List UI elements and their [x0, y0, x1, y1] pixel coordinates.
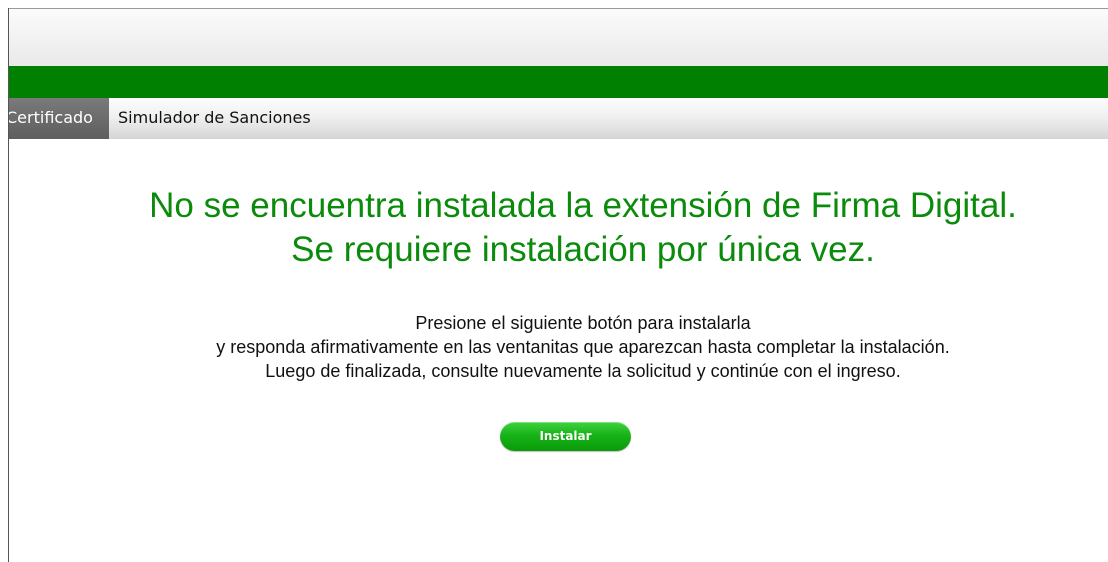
menu-item-label: Simulador de Sanciones	[118, 108, 311, 127]
menu-item-label: Certificado	[9, 108, 93, 127]
instruction-line-3: Luego de finalizada, consulte nuevamente…	[265, 361, 901, 381]
install-button[interactable]: Instalar	[500, 422, 631, 451]
menu-item-simulador-de-sanciones[interactable]: Simulador de Sanciones	[118, 98, 311, 139]
instruction-line-1: Presione el siguiente botón para instala…	[415, 313, 751, 333]
main-content: No se encuentra instalada la extensión d…	[9, 139, 1108, 562]
menu-item-certificado[interactable]: Certificado	[9, 98, 109, 139]
instruction-line-2: y responda afirmativamente en las ventan…	[216, 337, 950, 357]
menu-bar: Certificado Simulador de Sanciones	[9, 98, 1108, 139]
install-button-label: Instalar	[539, 429, 592, 443]
green-header-band	[9, 66, 1108, 98]
page-frame: Certificado Simulador de Sanciones No se…	[0, 0, 1108, 562]
top-header-bar	[9, 9, 1108, 66]
warning-title-line-2: Se requiere instalación por única vez.	[291, 230, 875, 269]
warning-title-line-1: No se encuentra instalada la extensión d…	[149, 186, 1017, 225]
